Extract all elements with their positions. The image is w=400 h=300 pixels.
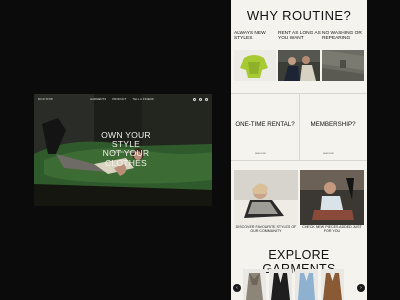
hero-title-line-1: OWN YOUR STYLE	[101, 130, 151, 150]
membership-link[interactable]: READ MORE	[323, 153, 334, 155]
garment-card[interactable]	[269, 269, 292, 300]
nav-link-garments[interactable]: GARMENTS	[90, 98, 106, 101]
one-time-rental-title[interactable]: ONE-TIME RENTAL?	[231, 121, 299, 128]
feature-title-new-styles: ALWAYS NEW STYLES	[234, 31, 266, 42]
hero-nav-links: GARMENTS PRODUCT TELL A FRIEND	[90, 98, 154, 101]
nav-link-product[interactable]: PRODUCT	[112, 98, 126, 101]
new-pieces-caption[interactable]: CHECK NEW PIECES ADDED JUST FOR YOU	[300, 225, 364, 233]
community-image[interactable]	[234, 170, 298, 225]
one-time-rental-link[interactable]: READ MORE	[255, 153, 266, 155]
carousel-prev-button[interactable]: ‹	[233, 284, 241, 292]
nav-link-tell-a-friend[interactable]: TELL A FRIEND	[133, 98, 154, 101]
garment-card[interactable]	[321, 269, 344, 300]
hero-title: OWN YOUR STYLE NOT YOUR CLOTHES	[86, 130, 166, 168]
section-divider-bottom	[231, 160, 367, 161]
new-pieces-image[interactable]	[300, 170, 364, 225]
why-heading: WHY ROUTINE?	[246, 8, 352, 23]
garment-card[interactable]	[295, 269, 318, 300]
garment-card[interactable]	[243, 269, 266, 300]
feature-image-sweater	[234, 50, 276, 81]
mobile-page: WHY ROUTINE? ALWAYS NEW STYLES RENT AS L…	[231, 0, 367, 300]
carousel-next-button[interactable]: ›	[357, 284, 365, 292]
feature-image-fabric	[322, 50, 364, 81]
hero-nav-icons	[193, 97, 208, 101]
bag-icon[interactable]	[205, 97, 208, 101]
feature-image-couple	[278, 50, 320, 81]
search-icon[interactable]	[193, 97, 196, 101]
feature-title-rent: RENT AS LONG AS YOU WANT	[278, 31, 321, 42]
feature-title-no-washing: NO WASHING OR REPEARING	[322, 31, 362, 42]
account-icon[interactable]	[199, 97, 202, 101]
hero-logo[interactable]: ROUTINE	[38, 97, 60, 101]
community-caption[interactable]: DISCOVER FAVOURITE STYLES OF OUR COMMUNI…	[234, 225, 298, 233]
hero-banner: ROUTINE GARMENTS PRODUCT TELL A FRIEND O…	[34, 94, 212, 206]
hero-navbar: ROUTINE GARMENTS PRODUCT TELL A FRIEND	[34, 94, 212, 104]
hero-cta-button[interactable]: EXPLORE GARMENTS	[110, 151, 142, 154]
membership-title[interactable]: MEMBERSHIP?	[299, 121, 367, 128]
